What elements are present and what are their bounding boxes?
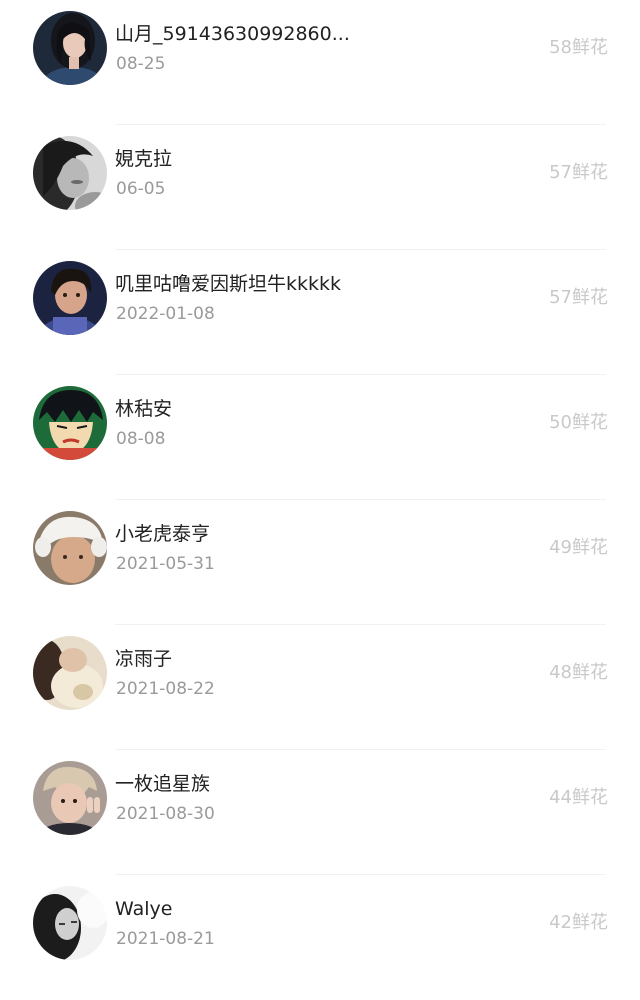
user-name: 凉雨子 [115, 648, 173, 670]
gift-date: 2021-08-30 [116, 804, 215, 824]
gift-date: 2021-08-21 [116, 929, 215, 949]
avatar[interactable] [33, 136, 107, 210]
flower-count: 49鲜花 [549, 537, 608, 558]
avatar[interactable] [33, 636, 107, 710]
avatar[interactable] [33, 761, 107, 835]
avatar-bw-face-icon [33, 886, 107, 960]
avatar-bw-portrait-icon [33, 136, 107, 210]
avatar-girl-dark-hair-icon [33, 11, 107, 85]
gift-date: 08-25 [116, 54, 166, 74]
flower-count: 58鲜花 [549, 37, 608, 58]
list-item[interactable]: 娊克拉 06-05 57鲜花 [0, 125, 640, 250]
user-name: 林秙安 [115, 398, 173, 420]
gift-date: 06-05 [116, 179, 166, 199]
flower-count: 48鲜花 [549, 662, 608, 683]
user-name: 小老虎泰亨 [115, 523, 211, 545]
flower-count: 42鲜花 [549, 912, 608, 933]
avatar-beige-blur-icon [33, 636, 107, 710]
gift-date: 08-08 [116, 429, 166, 449]
gift-date: 2021-05-31 [116, 554, 215, 574]
avatar-anime-boy-icon [33, 386, 107, 460]
avatar[interactable] [33, 511, 107, 585]
avatar-boy-navy-icon [33, 261, 107, 335]
list-item[interactable]: Walye 2021-08-21 42鲜花 [0, 875, 640, 1000]
flower-count: 50鲜花 [549, 412, 608, 433]
flower-count: 57鲜花 [549, 162, 608, 183]
list-item[interactable]: 山月_59143630992860... 08-25 58鲜花 [0, 0, 640, 125]
gift-date: 2022-01-08 [116, 304, 215, 324]
flower-ranking-list: 山月_59143630992860... 08-25 58鲜花 娊克拉 06-0… [0, 0, 640, 1000]
list-item[interactable]: 林秙安 08-08 50鲜花 [0, 375, 640, 500]
list-item[interactable]: 小老虎泰亨 2021-05-31 49鲜花 [0, 500, 640, 625]
user-name: 山月_59143630992860... [115, 23, 350, 45]
flower-count: 44鲜花 [549, 787, 608, 808]
flower-count: 57鲜花 [549, 287, 608, 308]
user-name: 叽里咕噜爱因斯坦牛kkkkk [115, 273, 342, 295]
avatar-hat-white-icon [33, 511, 107, 585]
gift-date: 2021-08-22 [116, 679, 215, 699]
list-item[interactable]: 叽里咕噜爱因斯坦牛kkkkk 2022-01-08 57鲜花 [0, 250, 640, 375]
avatar[interactable] [33, 11, 107, 85]
user-name: 一枚追星族 [115, 773, 211, 795]
avatar[interactable] [33, 261, 107, 335]
user-name: 娊克拉 [115, 148, 173, 170]
avatar[interactable] [33, 386, 107, 460]
avatar-peace-sign-icon [33, 761, 107, 835]
avatar[interactable] [33, 886, 107, 960]
list-item[interactable]: 一枚追星族 2021-08-30 44鲜花 [0, 750, 640, 875]
user-name: Walye [115, 898, 173, 920]
list-item[interactable]: 凉雨子 2021-08-22 48鲜花 [0, 625, 640, 750]
